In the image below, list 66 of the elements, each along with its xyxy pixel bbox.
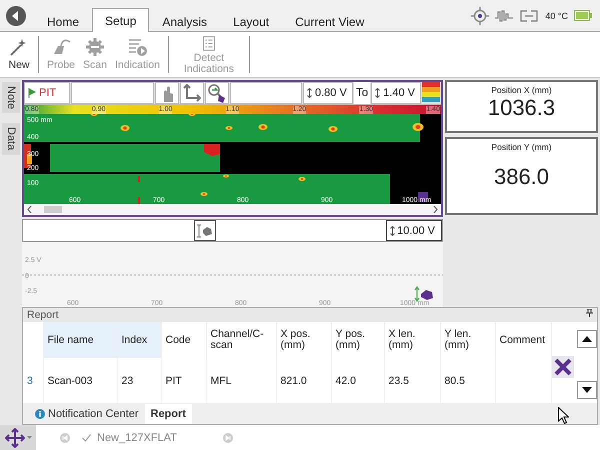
back-icon[interactable] xyxy=(6,6,26,26)
range-field[interactable]: 10.00 V xyxy=(386,220,442,241)
tab[interactable]: Setup xyxy=(92,8,150,32)
tab[interactable]: Analysis xyxy=(149,10,220,32)
hand-tool-button[interactable] xyxy=(155,82,179,104)
side-tab[interactable]: Data xyxy=(2,123,20,154)
scroll-thumb[interactable] xyxy=(44,206,62,213)
column-header[interactable]: Y len. (mm) xyxy=(440,322,495,358)
column-header[interactable]: Code xyxy=(161,322,206,358)
column-header[interactable]: Comment xyxy=(495,322,551,358)
link-icon xyxy=(519,10,540,22)
scroll-left-icon[interactable] xyxy=(27,206,32,213)
scroll-right-icon[interactable] xyxy=(433,206,438,213)
column-header[interactable]: Index xyxy=(117,322,161,358)
info-icon xyxy=(35,409,45,419)
axes-button[interactable] xyxy=(180,82,204,104)
gear-icon xyxy=(84,36,106,58)
cursor-tool-button[interactable] xyxy=(194,220,216,241)
close-icon xyxy=(554,358,572,376)
zoom-button[interactable] xyxy=(205,82,229,104)
ribbon-button[interactable]: New xyxy=(4,34,34,77)
side-tab[interactable]: Note xyxy=(2,82,20,114)
readout-value: 386.0 xyxy=(494,164,550,190)
file-name: New_127XFLAT xyxy=(97,432,177,444)
caret-icon xyxy=(26,436,32,439)
cursor-hand-icon xyxy=(196,224,213,238)
up-triangle-icon xyxy=(582,336,592,342)
to-label: To xyxy=(354,82,370,104)
check-icon xyxy=(82,434,91,442)
cursor-handle-icon[interactable] xyxy=(414,286,433,302)
column-header[interactable]: X pos. (mm) xyxy=(276,322,331,358)
tab[interactable]: Home xyxy=(34,10,92,32)
scroll-down-button[interactable] xyxy=(577,381,597,399)
indication-dropdown[interactable]: PIT xyxy=(24,82,70,104)
up-down-arrow-icon xyxy=(375,88,380,98)
up-down-arrow-icon xyxy=(390,226,396,236)
color-palette-icon[interactable] xyxy=(422,82,440,102)
readout-value: 1036.3 xyxy=(488,95,556,121)
column-header[interactable]: Channel/C-scan xyxy=(206,322,276,358)
battery-icon xyxy=(574,10,592,21)
panel-title: Report xyxy=(27,309,59,321)
zoom-icon xyxy=(207,83,227,103)
tab[interactable]: Notification Center xyxy=(29,404,144,424)
column-header[interactable]: File name xyxy=(43,322,117,358)
move-tool-button[interactable] xyxy=(0,425,36,450)
tab[interactable]: Report xyxy=(144,404,192,424)
min-threshold-field[interactable]: 0.80 V xyxy=(303,82,353,104)
flag-icon xyxy=(28,88,36,98)
crosshair-icon xyxy=(471,6,490,24)
axes-icon xyxy=(183,84,201,102)
column-header[interactable]: Y pos. (mm) xyxy=(331,322,384,358)
indication-icon xyxy=(126,36,148,58)
signal-wave-icon xyxy=(495,8,514,22)
column-header[interactable]: X len. (mm) xyxy=(384,322,440,358)
pin-icon[interactable] xyxy=(586,309,593,317)
tab[interactable]: Layout xyxy=(220,10,282,32)
delete-button[interactable] xyxy=(552,356,574,378)
tab[interactable]: Current View xyxy=(282,10,378,32)
readout-label: Position X (mm) xyxy=(491,85,552,95)
move-arrows-icon xyxy=(4,428,24,448)
temperature: 40 °C xyxy=(545,10,568,20)
scroll-up-button[interactable] xyxy=(577,330,597,348)
down-triangle-icon xyxy=(582,387,592,393)
max-threshold-field[interactable]: 1.40 V xyxy=(371,82,422,104)
readout-label: Position Y (mm) xyxy=(491,142,552,152)
up-down-arrow-icon xyxy=(307,88,312,98)
